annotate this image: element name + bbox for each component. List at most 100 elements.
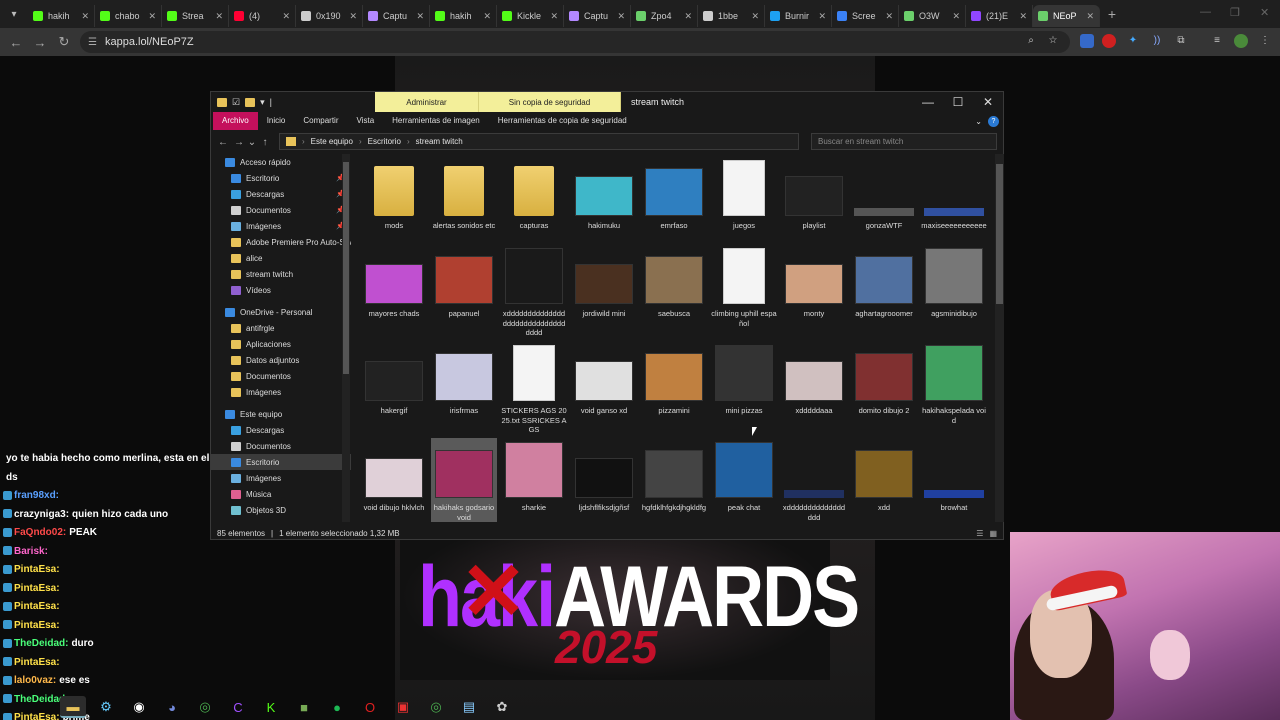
ribbon-tab[interactable]: Herramientas de imagen <box>383 112 489 130</box>
search-input[interactable]: Buscar en stream twitch <box>811 133 997 150</box>
nav-item[interactable]: Objetos 3D <box>211 502 351 518</box>
chat-username[interactable]: PintaEsa: <box>14 583 60 594</box>
file-item[interactable]: papanuel <box>431 244 497 319</box>
browser-tab[interactable]: hakih ✕ <box>28 5 95 27</box>
path-breadcrumb[interactable]: › Este equipo › Escritorio › stream twitch <box>279 133 799 150</box>
nav-item[interactable]: Descargas <box>211 422 351 438</box>
close-tab-icon[interactable]: ✕ <box>215 11 223 22</box>
browser-tab[interactable]: chabo ✕ <box>95 5 162 27</box>
reload-icon[interactable]: ↻ <box>52 34 76 50</box>
file-item[interactable]: xdddddaaa <box>781 341 847 416</box>
file-item[interactable]: mini pizzas <box>711 341 777 416</box>
close-tab-icon[interactable]: ✕ <box>550 11 558 22</box>
minimize-button[interactable]: — <box>913 95 943 109</box>
file-item[interactable]: gonzaWTF <box>851 156 917 231</box>
browser-tab[interactable]: Scree ✕ <box>832 5 899 27</box>
help-icon[interactable]: ? <box>988 115 999 127</box>
close-tab-icon[interactable]: ✕ <box>148 11 156 22</box>
folder-icon[interactable] <box>245 97 256 107</box>
ribbon-tab[interactable]: Herramientas de copia de seguridad <box>489 112 636 130</box>
back-icon[interactable]: ← <box>4 35 28 50</box>
back-icon[interactable]: ← <box>215 137 231 148</box>
chat-username[interactable]: PintaEsa: <box>14 657 60 668</box>
details-view-icon[interactable]: ☰ <box>976 529 983 538</box>
nav-item[interactable]: Documentos 📌 <box>211 202 351 218</box>
bookmark-star-icon[interactable]: ☆ <box>1046 34 1060 48</box>
browser-tab[interactable]: Burnir ✕ <box>765 5 832 27</box>
browser-tab[interactable]: 0x190 ✕ <box>296 5 363 27</box>
file-item[interactable]: peak chat <box>711 438 777 513</box>
file-item[interactable]: saebusca <box>641 244 707 319</box>
chevron-right-icon[interactable]: › <box>302 137 305 146</box>
ribbon-tab[interactable]: Compartir <box>294 112 347 130</box>
scroll-thumb[interactable] <box>996 164 1003 304</box>
maximize-icon[interactable]: ❐ <box>1230 6 1240 19</box>
file-item[interactable]: browhat <box>921 438 987 513</box>
nav-item[interactable]: Imágenes 📌 <box>211 218 351 234</box>
recent-locations-icon[interactable]: ⌄ <box>247 137 257 148</box>
file-item[interactable]: monty <box>781 244 847 319</box>
file-item[interactable]: hakergif <box>361 341 427 416</box>
kick-icon[interactable]: K <box>258 696 284 718</box>
ribbon-tab[interactable]: Inicio <box>258 112 295 130</box>
forward-icon[interactable]: → <box>231 137 247 148</box>
chat-username[interactable]: fran98xd: <box>14 490 59 501</box>
url-field[interactable]: ☰ kappa.lol/NEoP7Z <box>80 31 1070 53</box>
chat-username[interactable]: PintaEsa: <box>14 601 60 612</box>
file-item[interactable]: STICKERS AGS 2025.txt SSRICKES AGS <box>501 341 567 435</box>
dropdown-icon[interactable]: ▾ <box>260 97 265 108</box>
browser-tab[interactable]: Kickle ✕ <box>497 5 564 27</box>
breadcrumb-item[interactable]: Escritorio <box>368 137 401 146</box>
nav-item[interactable]: stream twitch <box>211 266 351 282</box>
nav-item[interactable]: Música <box>211 486 351 502</box>
file-item[interactable]: emrfaso <box>641 156 707 231</box>
browser-tab[interactable]: 1bbe ✕ <box>698 5 765 27</box>
nav-item[interactable]: Adobe Premiere Pro Auto-Save <box>211 234 351 250</box>
chat-username[interactable]: FaQndo02: <box>14 527 66 538</box>
file-item[interactable]: alertas sonidos etc <box>431 156 497 231</box>
scroll-thumb[interactable] <box>343 162 349 374</box>
nav-item[interactable]: Descargas 📌 <box>211 186 351 202</box>
nav-item[interactable]: Imágenes <box>211 470 351 486</box>
site-info-icon[interactable]: ☰ <box>88 37 97 48</box>
nav-item[interactable]: Aplicaciones <box>211 336 351 352</box>
close-tab-icon[interactable]: ✕ <box>684 11 692 22</box>
nav-item[interactable]: OneDrive - Personal <box>211 304 351 320</box>
spotify-icon[interactable]: ● <box>324 696 350 718</box>
file-explorer-icon[interactable]: ▬ <box>60 696 86 718</box>
file-item[interactable]: maxiseeeeeeeeeee <box>921 156 987 231</box>
file-item[interactable]: hakihakspelada void <box>921 341 987 425</box>
file-item[interactable]: mayores chads <box>361 244 427 319</box>
close-tab-icon[interactable]: ✕ <box>349 11 357 22</box>
expand-ribbon-icon[interactable]: ⌄ <box>975 117 982 126</box>
file-item[interactable]: playlist <box>781 156 847 231</box>
maximize-button[interactable]: ☐ <box>943 95 973 109</box>
chat-username[interactable]: Barisk: <box>14 546 48 557</box>
nav-item[interactable]: Documentos <box>211 438 351 454</box>
file-item[interactable]: domito dibujo 2 <box>851 341 917 416</box>
file-item[interactable]: aghartagrooomer <box>851 244 917 319</box>
nav-item[interactable]: Datos adjuntos <box>211 352 351 368</box>
extension-icon[interactable] <box>1080 34 1094 48</box>
file-item[interactable]: hakimuku <box>571 156 637 231</box>
close-tab-icon[interactable]: ✕ <box>818 11 826 22</box>
puzzle-icon[interactable]: ⧉ <box>1174 34 1188 48</box>
file-item[interactable]: xddddddddddddddddd <box>781 438 847 522</box>
file-item[interactable]: capturas <box>501 156 567 231</box>
close-button[interactable]: ✕ <box>973 95 1003 109</box>
close-icon[interactable]: ✕ <box>1260 6 1269 19</box>
chat-username[interactable]: PintaEsa: <box>14 564 60 575</box>
ctx-admin-tab[interactable]: Administrar <box>375 92 479 112</box>
nav-item[interactable]: antifrgle <box>211 320 351 336</box>
file-item[interactable]: hakihaks godsario void <box>431 438 497 522</box>
file-item[interactable]: juegos <box>711 156 777 231</box>
close-tab-icon[interactable]: ✕ <box>416 11 424 22</box>
checkbox-icon[interactable]: ☑ <box>232 97 240 108</box>
close-tab-icon[interactable]: ✕ <box>282 11 290 22</box>
app-icon[interactable]: ✿ <box>489 696 515 718</box>
new-tab-button[interactable]: + <box>1100 6 1124 22</box>
nav-item[interactable]: Escritorio 📌 <box>211 170 351 186</box>
tab-search-icon[interactable]: ▾ <box>0 0 28 28</box>
up-icon[interactable]: ↑ <box>257 137 273 148</box>
chrome-icon[interactable]: ◎ <box>423 696 449 718</box>
